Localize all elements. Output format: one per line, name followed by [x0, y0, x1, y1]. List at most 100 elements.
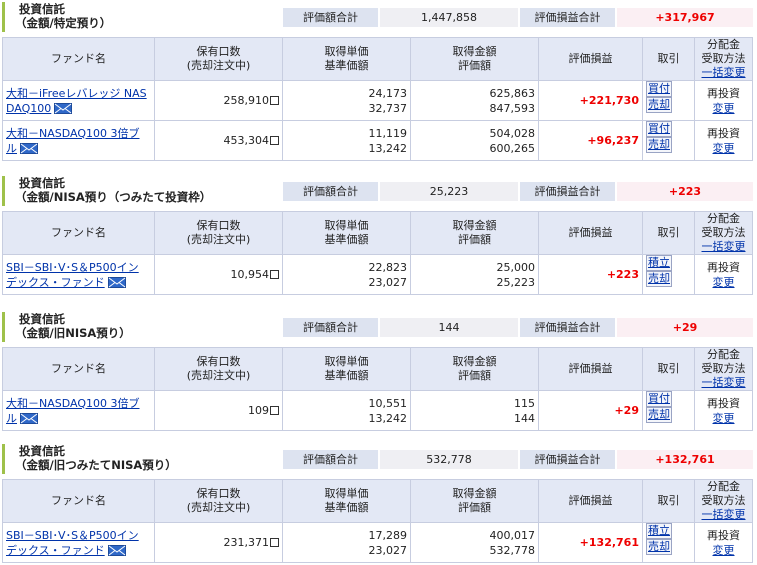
- col-header-qty: 保有口数 (売却注文中): [154, 211, 283, 255]
- distribution-cell: 再投資 変更: [694, 80, 753, 121]
- section-header: 投資信託 （金額/旧つみたてNISA預り） 評価額合計 532,778 評価損益合計 +1…: [0, 444, 757, 474]
- col-header-cost-line2: 基準価額: [324, 59, 369, 72]
- col-header-trade-label: 取引: [657, 226, 680, 239]
- section-header: 投資信託 （金額/特定預り） 評価額合計 1,447,858 評価損益合計 +317,96…: [0, 2, 757, 32]
- distribution-change-link[interactable]: 変更: [713, 544, 735, 557]
- mail-icon[interactable]: [107, 277, 126, 288]
- valuation-total-value: 144: [380, 318, 518, 337]
- col-header-amount-line2: 評価額: [458, 59, 491, 72]
- distribution-change-link[interactable]: 変更: [713, 276, 735, 289]
- col-header-qty-line2: (売却注文中): [186, 501, 251, 514]
- col-header-amount-line2: 評価額: [458, 233, 491, 246]
- fund-name-cell: SBI－SBI･V･S＆P500イン デックス・ファンド: [2, 254, 155, 295]
- col-header-qty-line1: 保有口数: [196, 219, 241, 232]
- fund-name-line2[interactable]: ル: [6, 412, 17, 425]
- sell-order-checkbox[interactable]: [270, 406, 279, 415]
- col-header-qty-line2: (売却注文中): [186, 233, 251, 246]
- col-header-distribution-line1: 分配金: [707, 38, 740, 51]
- bulk-change-link[interactable]: 一括変更: [702, 240, 746, 253]
- col-header-amount: 取得金額 評価額: [410, 37, 539, 81]
- col-header-fund: ファンド名: [2, 479, 155, 523]
- mail-icon[interactable]: [107, 545, 126, 556]
- valuation-value: 847,593: [489, 101, 536, 115]
- pl-cell: +96,237: [538, 120, 643, 161]
- amount-cell: 625,863 847,593: [410, 80, 539, 121]
- col-header-trade: 取引: [642, 211, 695, 255]
- col-header-distribution: 分配金 受取方法 一括変更: [694, 37, 753, 81]
- quantity-cell: 453,304: [154, 120, 283, 161]
- quantity-value: 109: [248, 404, 269, 417]
- sell-button[interactable]: 売却: [646, 137, 672, 153]
- fund-name-line1[interactable]: 大和－NASDAQ100 3倍ブ: [6, 397, 140, 410]
- sell-button[interactable]: 売却: [646, 97, 672, 113]
- fund-name-line1[interactable]: SBI－SBI･V･S＆P500イン: [6, 529, 139, 542]
- distribution-change-link[interactable]: 変更: [713, 142, 735, 155]
- sell-order-checkbox[interactable]: [270, 538, 279, 547]
- buy-button[interactable]: 積立: [646, 523, 672, 539]
- buy-button[interactable]: 買付: [646, 391, 672, 407]
- col-header-pl: 評価損益: [538, 211, 643, 255]
- buy-button[interactable]: 買付: [646, 81, 672, 97]
- fund-name-line1[interactable]: SBI－SBI･V･S＆P500イン: [6, 261, 139, 274]
- sell-order-checkbox[interactable]: [270, 270, 279, 279]
- col-header-trade: 取引: [642, 479, 695, 523]
- sell-order-checkbox[interactable]: [270, 136, 279, 145]
- col-header-cost: 取得単価 基準価額: [282, 479, 411, 523]
- col-header-qty-line2: (売却注文中): [186, 369, 251, 382]
- valuation-total-label: 評価額合計: [283, 8, 378, 27]
- bulk-change-link[interactable]: 一括変更: [702, 66, 746, 79]
- section-title-main: 投資信託: [19, 444, 65, 458]
- holdings-table: ファンド名 保有口数 (売却注文中) 取得単価 基準価額 取得金額 評価額 評価損益 取引 分配金…: [2, 347, 753, 431]
- col-header-cost: 取得単価 基準価額: [282, 347, 411, 391]
- pl-total-label: 評価損益合計: [520, 8, 615, 27]
- fund-name-line2[interactable]: デックス・ファンド: [6, 544, 105, 557]
- col-header-amount-line1: 取得金額: [452, 355, 497, 368]
- col-header-pl-label: 評価損益: [568, 226, 613, 239]
- col-header-distribution: 分配金 受取方法 一括変更: [694, 347, 753, 391]
- buy-button[interactable]: 積立: [646, 255, 672, 271]
- fund-name-line2[interactable]: DAQ100: [6, 102, 51, 115]
- distribution-change-link[interactable]: 変更: [713, 102, 735, 115]
- quantity-cell: 258,910: [154, 80, 283, 121]
- fund-name-cell: SBI－SBI･V･S＆P500イン デックス・ファンド: [2, 522, 155, 563]
- col-header-fund-label: ファンド名: [51, 52, 106, 65]
- mail-icon[interactable]: [20, 143, 38, 154]
- col-header-trade: 取引: [642, 347, 695, 391]
- section-title-account: （金額/特定預り）: [15, 16, 112, 30]
- holdings-table: ファンド名 保有口数 (売却注文中) 取得単価 基準価額 取得金額 評価額 評価損益 取引 分配金…: [2, 479, 753, 563]
- distribution-cell: 再投資 変更: [694, 120, 753, 161]
- trade-cell: 積立売却: [642, 522, 695, 563]
- col-header-pl-label: 評価損益: [568, 52, 613, 65]
- fund-name-line2[interactable]: ル: [6, 142, 17, 155]
- fund-name-link[interactable]: 大和－iFreeレバレッジ NAS DAQ100: [6, 87, 147, 115]
- table-row: SBI－SBI･V･S＆P500イン デックス・ファンド 231,371 17,289…: [2, 522, 753, 563]
- section-title-main: 投資信託: [19, 2, 65, 16]
- section-title: 投資信託 （金額/NISA預り（つみたて投資枠）: [2, 176, 280, 206]
- sell-order-checkbox[interactable]: [270, 96, 279, 105]
- mail-icon[interactable]: [20, 413, 38, 424]
- valuation-total-value: 1,447,858: [380, 8, 518, 27]
- valuation-total-label: 評価額合計: [283, 182, 378, 201]
- bulk-change-link[interactable]: 一括変更: [702, 508, 746, 521]
- col-header-fund-label: ファンド名: [51, 226, 106, 239]
- col-header-distribution-line2: 受取方法: [701, 226, 746, 239]
- col-header-cost-line1: 取得単価: [324, 45, 369, 58]
- holdings-table: ファンド名 保有口数 (売却注文中) 取得単価 基準価額 取得金額 評価額 評価損益 取引 分配金…: [2, 37, 753, 161]
- sell-button[interactable]: 売却: [646, 271, 672, 287]
- distribution-method: 再投資: [707, 396, 740, 410]
- amount-cell: 115 144: [410, 390, 539, 431]
- col-header-trade-label: 取引: [657, 52, 680, 65]
- fund-name-line2[interactable]: デックス・ファンド: [6, 276, 105, 289]
- pl-total-value: +29: [617, 318, 753, 337]
- mail-icon[interactable]: [54, 103, 73, 114]
- sell-button[interactable]: 売却: [646, 539, 672, 555]
- sell-button[interactable]: 売却: [646, 407, 672, 423]
- buy-button[interactable]: 買付: [646, 121, 672, 137]
- fund-name-line1[interactable]: 大和－iFreeレバレッジ NAS: [6, 87, 147, 100]
- cost-amount-value: 400,017: [489, 528, 536, 542]
- distribution-change-link[interactable]: 変更: [713, 412, 735, 425]
- fund-name-line1[interactable]: 大和－NASDAQ100 3倍ブ: [6, 127, 140, 140]
- distribution-cell: 再投資 変更: [694, 390, 753, 431]
- quantity-value: 453,304: [223, 134, 270, 147]
- bulk-change-link[interactable]: 一括変更: [702, 376, 746, 389]
